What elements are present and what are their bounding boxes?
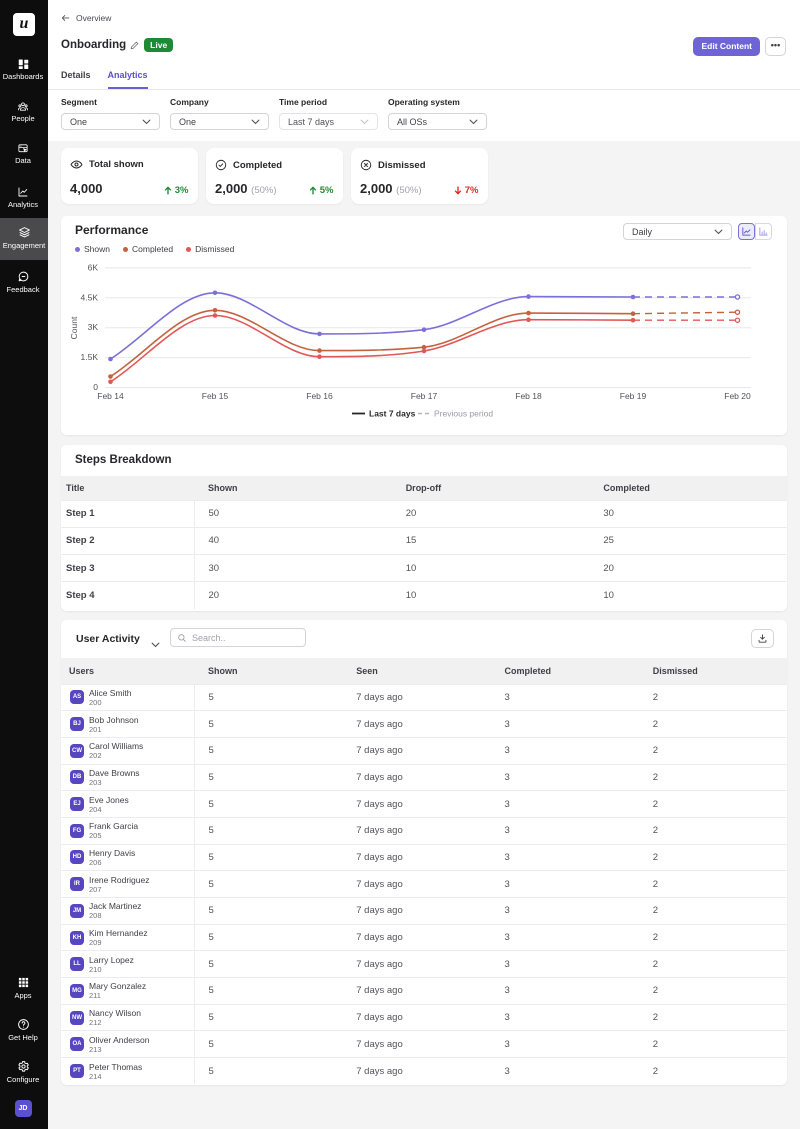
svg-text:4.5K: 4.5K: [81, 292, 99, 302]
svg-text:Feb 16: Feb 16: [306, 391, 333, 401]
svg-text:Feb 19: Feb 19: [620, 391, 647, 401]
svg-text:1.5K: 1.5K: [81, 352, 99, 362]
svg-text:Feb 18: Feb 18: [515, 391, 542, 401]
svg-text:Last 7 days: Last 7 days: [369, 409, 416, 419]
svg-text:3K: 3K: [88, 322, 99, 332]
svg-text:Feb 14: Feb 14: [97, 391, 124, 401]
svg-text:Feb 17: Feb 17: [411, 391, 438, 401]
svg-text:Previous period: Previous period: [434, 409, 493, 419]
svg-text:Feb 15: Feb 15: [202, 391, 229, 401]
svg-text:Count: Count: [69, 316, 79, 339]
svg-text:Feb 20: Feb 20: [724, 391, 751, 401]
svg-text:6K: 6K: [88, 262, 99, 272]
